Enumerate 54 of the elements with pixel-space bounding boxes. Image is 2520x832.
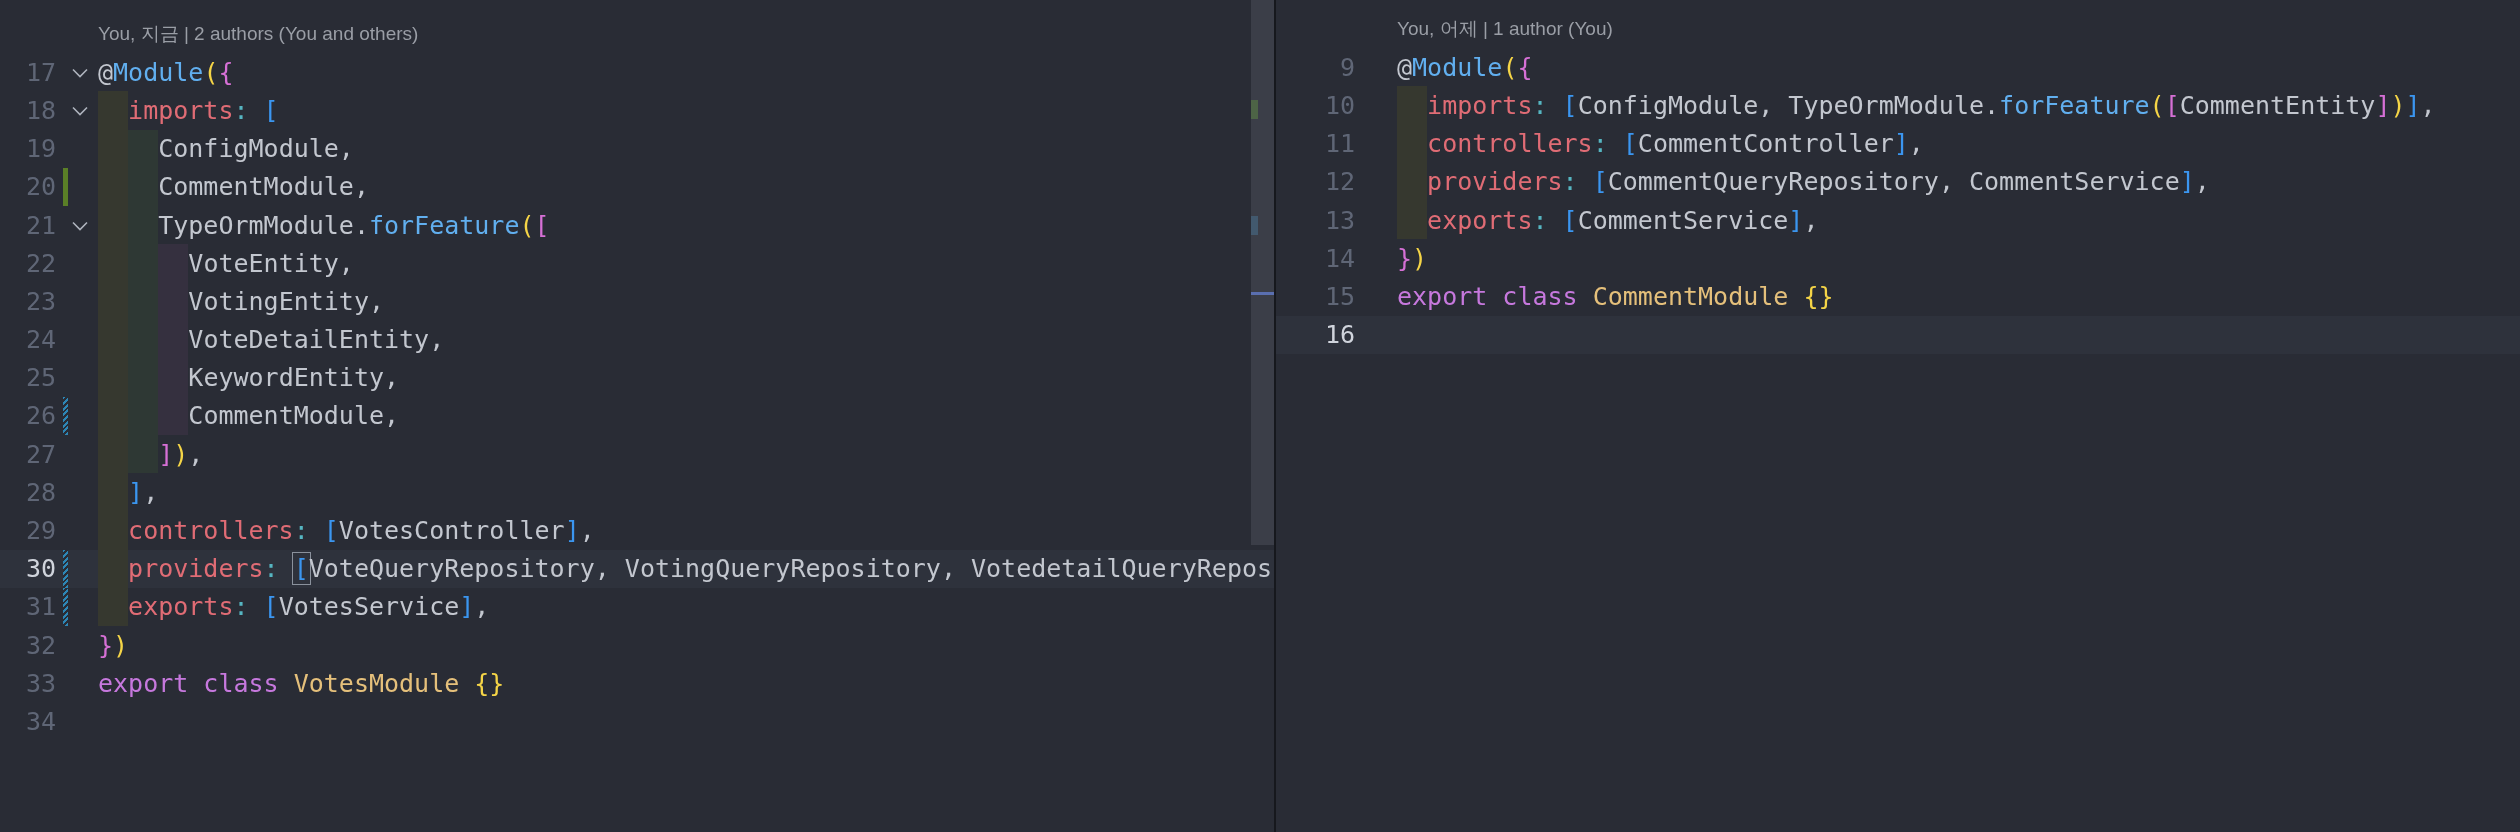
- line-number: 30: [24, 554, 56, 584]
- line-number: 17: [24, 57, 56, 87]
- line-number: 19: [24, 134, 56, 164]
- code-line: exports: [CommentService],: [1397, 200, 1819, 240]
- code-line: controllers: [VotesController],: [98, 511, 595, 550]
- line-number: 15: [1323, 281, 1355, 311]
- code-line: CommentModule,: [98, 396, 400, 436]
- code-line: }): [98, 629, 129, 662]
- line-number: 24: [24, 325, 56, 355]
- line-number: 29: [24, 516, 56, 546]
- line-number: 26: [24, 401, 56, 431]
- line-number: 20: [24, 172, 56, 202]
- line-number: 10: [1323, 90, 1355, 120]
- line-number: 33: [24, 668, 56, 698]
- chevron-down-icon[interactable]: [72, 68, 88, 79]
- line-number: 23: [24, 286, 56, 316]
- line-number: 18: [24, 95, 56, 125]
- code-line: ConfigModule,: [98, 129, 354, 168]
- code-line: CommentModule,: [98, 167, 369, 206]
- code-line: VoteEntity,: [98, 244, 354, 283]
- code-line: @Module({: [1397, 51, 1533, 84]
- line-number: 14: [1323, 243, 1355, 273]
- line-number: 21: [24, 210, 56, 240]
- code-line: VoteDetailEntity,: [98, 320, 445, 359]
- codelens-link[interactable]: You, 어제 | 1 author (You): [1397, 16, 1613, 43]
- code-line: controllers: [CommentController],: [1397, 124, 1924, 163]
- line-number: 28: [24, 477, 56, 507]
- line-number: 12: [1323, 167, 1355, 197]
- code-line: exports: [VotesService],: [98, 587, 490, 626]
- line-number: 32: [24, 630, 56, 660]
- code-line: imports: [: [98, 91, 279, 130]
- code-line: providers: [CommentQueryRepository, CommentService],: [1397, 162, 2210, 201]
- code-line: TypeOrmModule.forFeature([: [98, 205, 550, 245]
- line-number: 25: [24, 363, 56, 393]
- code-line: export class CommentModule {}: [1397, 280, 1834, 313]
- code-line: ]),: [98, 435, 204, 474]
- line-number: 16: [1323, 320, 1355, 350]
- codelens-link[interactable]: You, 지금 | 2 authors (You and others): [98, 21, 419, 48]
- chevron-down-icon[interactable]: [72, 106, 88, 117]
- code-line: }): [1397, 242, 1428, 275]
- code-line: KeywordEntity,: [98, 358, 400, 397]
- line-number: 31: [24, 592, 56, 622]
- code-line: imports: [ConfigModule, TypeOrmModule.forFeature([CommentEntity])],: [1397, 86, 2436, 125]
- code-line: export class VotesModule {}: [98, 667, 505, 700]
- line-number: 22: [24, 248, 56, 278]
- line-number: 27: [24, 439, 56, 469]
- line-number: 9: [1338, 52, 1355, 82]
- code-line: VotingEntity,: [98, 282, 384, 321]
- chevron-down-icon[interactable]: [72, 220, 88, 231]
- code-line: @Module({: [98, 56, 234, 89]
- line-number: 13: [1323, 205, 1355, 235]
- line-number: 11: [1323, 129, 1355, 159]
- line-number: 34: [24, 706, 56, 736]
- scrollbar[interactable]: [1251, 0, 1274, 545]
